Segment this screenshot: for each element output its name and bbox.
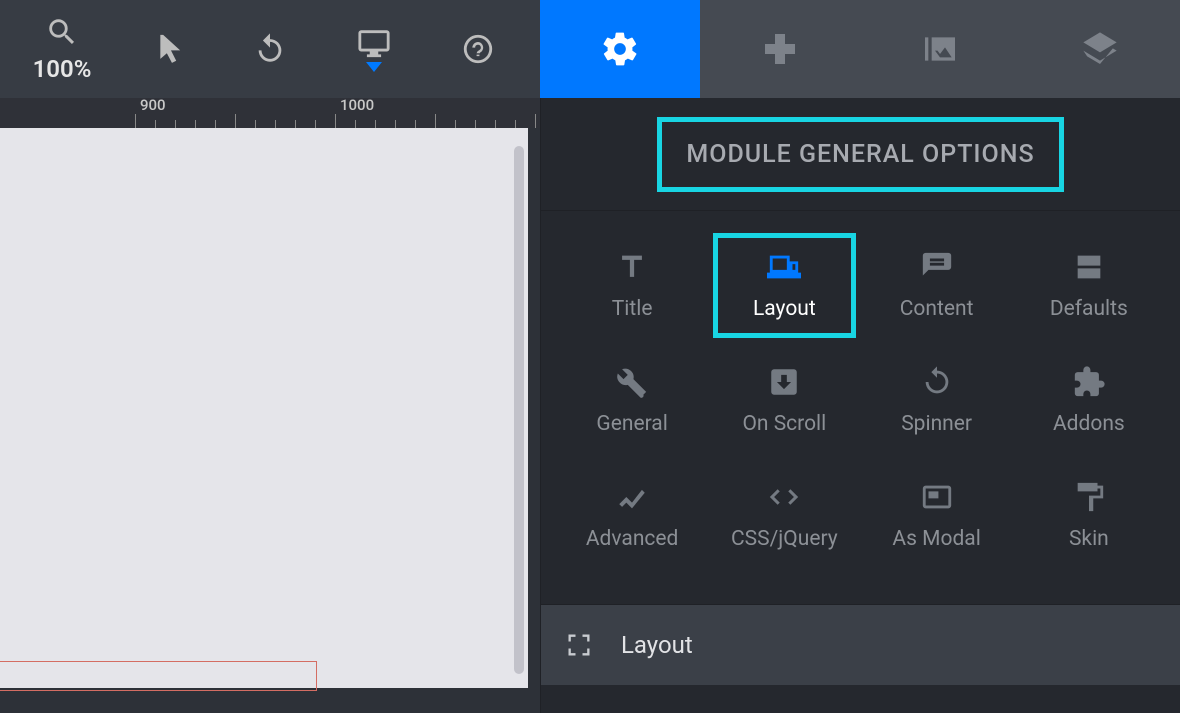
layout-icon — [767, 250, 801, 284]
tab-slides[interactable] — [860, 0, 1020, 98]
code-icon — [767, 480, 801, 514]
top-toolbar: 100% — [0, 0, 1180, 98]
option-onscroll[interactable]: On Scroll — [713, 348, 855, 453]
download-icon — [767, 365, 801, 399]
monitor-icon — [357, 26, 391, 60]
tab-layers[interactable] — [1020, 0, 1180, 98]
main-area: 900 1000 — [0, 98, 1180, 713]
option-skin[interactable]: Skin — [1018, 463, 1160, 568]
title-icon — [615, 250, 649, 284]
wrench-icon — [615, 365, 649, 399]
option-label: Addons — [1053, 412, 1125, 436]
display-tool[interactable] — [334, 0, 414, 98]
option-spinner[interactable]: Spinner — [866, 348, 1008, 453]
modal-icon — [920, 480, 954, 514]
panel-title: MODULE GENERAL OPTIONS — [657, 117, 1063, 192]
toolbar-left-group: 100% — [0, 0, 540, 98]
option-addons[interactable]: Addons — [1018, 348, 1160, 453]
option-label: Advanced — [586, 527, 679, 551]
canvas[interactable] — [0, 128, 528, 688]
option-layout[interactable]: Layout — [713, 233, 855, 338]
canvas-panel: 900 1000 — [0, 98, 540, 713]
option-label: As Modal — [892, 527, 980, 551]
panel-header: MODULE GENERAL OPTIONS — [541, 98, 1180, 211]
footer-label: Layout — [621, 631, 693, 659]
option-label: Defaults — [1050, 297, 1128, 321]
puzzle-icon — [1072, 365, 1106, 399]
sync-icon — [920, 365, 954, 399]
option-label: Content — [900, 297, 974, 321]
panel-footer-bar[interactable]: Layout — [541, 605, 1180, 685]
option-general[interactable]: General — [561, 348, 703, 453]
zoom-level-label: 100% — [33, 55, 92, 83]
content-icon — [920, 250, 954, 284]
search-icon — [45, 15, 79, 49]
option-label: Spinner — [901, 412, 972, 436]
dpad-icon — [760, 29, 800, 69]
option-defaults[interactable]: Defaults — [1018, 233, 1160, 338]
options-grid: Title Layout Content Defaults General On… — [541, 211, 1180, 605]
expand-icon — [565, 631, 593, 659]
cursor-icon — [149, 32, 183, 66]
option-content[interactable]: Content — [866, 233, 1008, 338]
option-cssjquery[interactable]: CSS/jQuery — [713, 463, 855, 568]
cursor-tool[interactable] — [126, 0, 206, 98]
option-label: Layout — [753, 297, 816, 321]
right-panel: MODULE GENERAL OPTIONS Title Layout Cont… — [540, 98, 1180, 713]
tab-navigation[interactable] — [700, 0, 860, 98]
help-tool[interactable] — [438, 0, 518, 98]
ruler-mark: 1000 — [340, 96, 374, 114]
layers-icon — [1080, 29, 1120, 69]
undo-icon — [253, 32, 287, 66]
option-label: Title — [612, 297, 653, 321]
option-asmodal[interactable]: As Modal — [866, 463, 1008, 568]
horizontal-ruler: 900 1000 — [0, 98, 540, 128]
undo-tool[interactable] — [230, 0, 310, 98]
ruler-mark: 900 — [140, 96, 166, 114]
gear-icon — [600, 29, 640, 69]
defaults-icon — [1072, 250, 1106, 284]
option-label: On Scroll — [742, 412, 826, 436]
option-label: General — [596, 412, 667, 436]
option-advanced[interactable]: Advanced — [561, 463, 703, 568]
chevron-down-icon — [366, 62, 382, 72]
selection-rect[interactable] — [0, 661, 317, 691]
option-label: Skin — [1069, 527, 1109, 551]
polyline-icon — [615, 480, 649, 514]
canvas-scrollbar[interactable] — [514, 146, 524, 674]
slides-icon — [920, 29, 960, 69]
tab-settings[interactable] — [540, 0, 700, 98]
paint-icon — [1072, 480, 1106, 514]
toolbar-right-tabs — [540, 0, 1180, 98]
option-label: CSS/jQuery — [731, 527, 838, 551]
help-icon — [461, 32, 495, 66]
option-title[interactable]: Title — [561, 233, 703, 338]
zoom-tool[interactable]: 100% — [22, 0, 102, 98]
